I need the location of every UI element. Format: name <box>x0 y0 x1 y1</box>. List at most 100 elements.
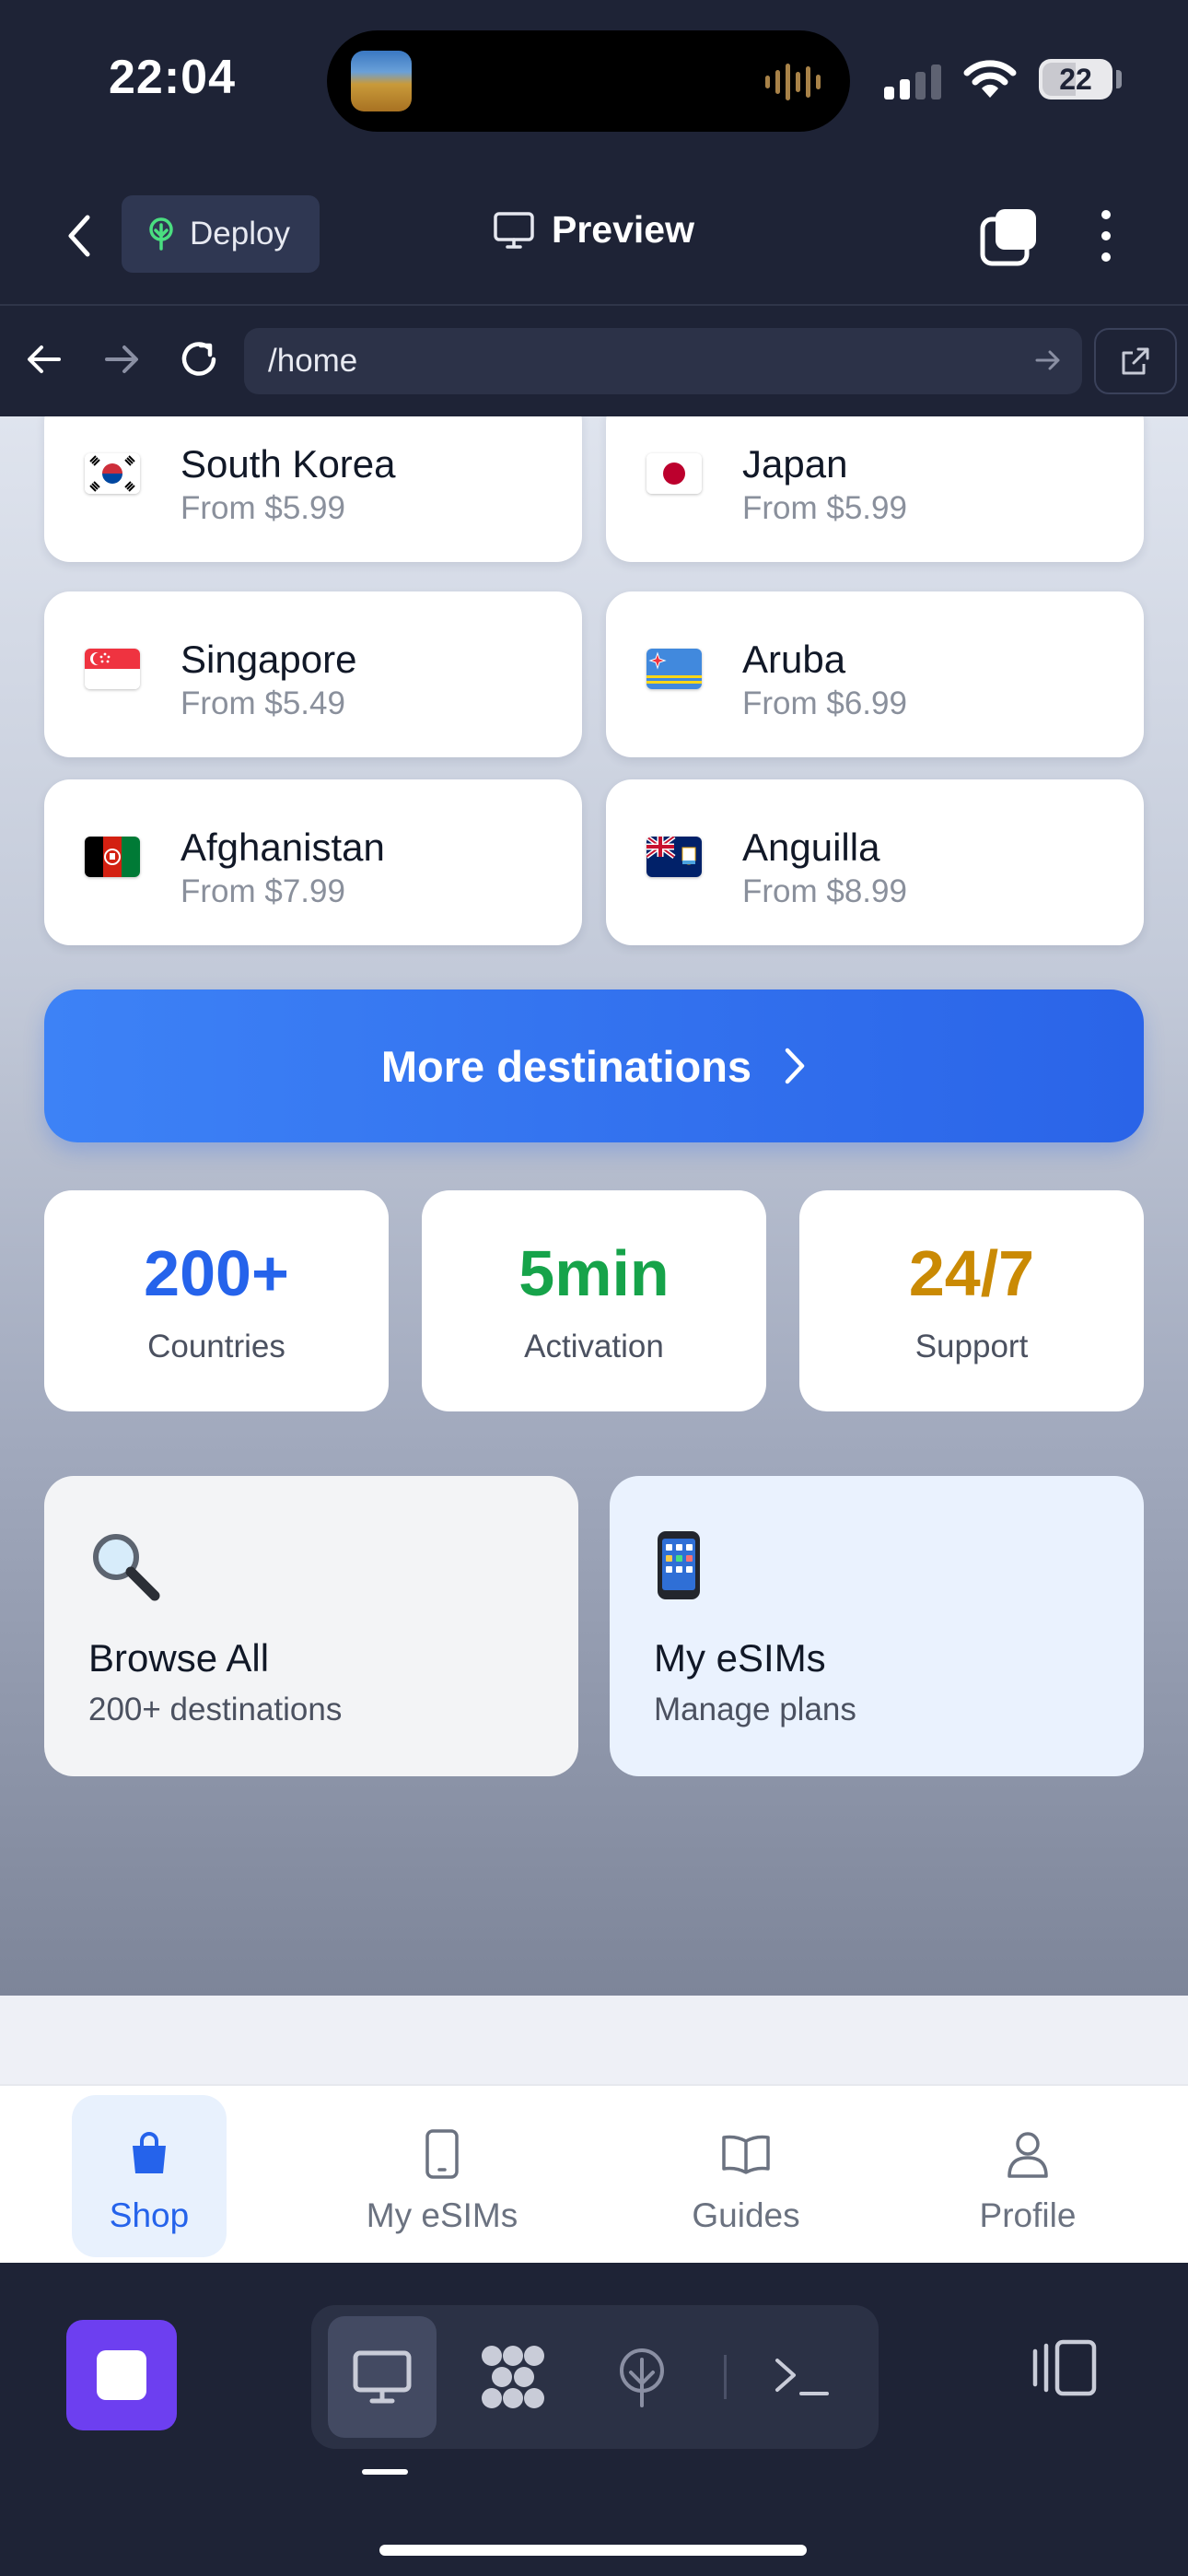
terminal-icon <box>775 2359 829 2395</box>
singapore-flag-icon <box>85 649 140 689</box>
desktop-view-button[interactable] <box>328 2316 437 2438</box>
destination-name: Afghanistan <box>181 825 385 869</box>
home-indicator <box>379 2545 807 2556</box>
anguilla-flag-icon <box>646 837 702 877</box>
url-text: /home <box>268 343 358 379</box>
destination-card[interactable]: Afghanistan From $7.99 <box>44 779 582 945</box>
book-icon <box>722 2135 770 2174</box>
active-view-indicator <box>362 2469 408 2475</box>
status-bar: 22:04 22 <box>0 0 1188 166</box>
destination-price: From $8.99 <box>742 873 907 909</box>
terminal-button[interactable] <box>748 2316 856 2438</box>
app-header: Deploy Preview <box>0 166 1188 306</box>
split-view-icon[interactable] <box>1030 2338 1098 2397</box>
bottom-toolbar <box>0 2263 1188 2576</box>
destination-price: From $7.99 <box>181 873 345 909</box>
segment-divider <box>724 2355 727 2399</box>
stat-value: 24/7 <box>908 1237 1035 1309</box>
deploy-view-button[interactable] <box>588 2316 696 2438</box>
shopping-bag-icon <box>133 2132 166 2173</box>
phone-icon <box>425 2129 459 2179</box>
stat-label: Countries <box>147 1329 285 1364</box>
afghanistan-flag-icon <box>85 837 140 877</box>
components-button[interactable] <box>459 2316 567 2438</box>
stop-icon <box>97 2350 146 2400</box>
more-destinations-label: More destinations <box>380 1041 752 1091</box>
magnifier-icon <box>93 1534 160 1601</box>
destination-price: From $5.49 <box>181 685 345 721</box>
network-tree-icon <box>620 2348 664 2407</box>
external-link-icon <box>1122 347 1149 375</box>
content-footer-strip <box>0 1996 1188 2084</box>
web-content: South Korea From $5.99 Japan From $5.99 … <box>0 416 1188 1996</box>
arrow-left-icon <box>28 345 61 373</box>
tab-profile[interactable]: Profile <box>954 2095 1101 2257</box>
battery-indicator: 22 <box>1039 59 1112 100</box>
dynamic-island[interactable] <box>327 30 850 132</box>
browse-all-title: Browse All <box>88 1636 270 1680</box>
destination-name: Japan <box>742 442 848 486</box>
destination-name: Aruba <box>742 638 846 681</box>
my-esims-title: My eSIMs <box>654 1636 826 1680</box>
aruba-flag-icon <box>646 649 702 689</box>
stat-card-support: 24/7 Support <box>799 1190 1144 1411</box>
tab-label: Shop <box>109 2196 190 2234</box>
cellular-signal-icon <box>884 61 941 100</box>
my-esims-card[interactable]: My eSIMs Manage plans <box>610 1476 1144 1776</box>
tabs-switcher-icon[interactable] <box>979 206 1040 267</box>
monitor-icon <box>494 211 534 249</box>
browse-all-card[interactable]: Browse All 200+ destinations <box>44 1476 578 1776</box>
stat-card-activation: 5min Activation <box>422 1190 766 1411</box>
go-arrow-icon[interactable] <box>1034 346 1062 374</box>
destination-name: Singapore <box>181 638 357 681</box>
destination-price: From $5.99 <box>181 490 345 526</box>
back-button[interactable] <box>52 208 107 263</box>
deploy-label: Deploy <box>190 216 290 252</box>
destination-price: From $5.99 <box>742 490 907 526</box>
stat-value: 5min <box>518 1237 670 1309</box>
wifi-icon <box>963 60 1017 98</box>
audio-waveform-icon <box>765 62 821 102</box>
battery-cap <box>1116 70 1122 88</box>
tab-guides[interactable]: Guides <box>672 2095 820 2257</box>
battery-level: 22 <box>1059 63 1092 96</box>
japan-flag-icon <box>646 453 702 494</box>
destination-card[interactable]: Aruba From $6.99 <box>606 591 1144 757</box>
open-external-button[interactable] <box>1094 328 1177 394</box>
more-options-icon[interactable] <box>1083 206 1129 265</box>
now-playing-artwork <box>351 51 412 111</box>
monitor-icon <box>353 2350 412 2404</box>
tab-shop[interactable]: Shop <box>72 2095 227 2257</box>
destination-card[interactable]: Japan From $5.99 <box>606 416 1144 562</box>
destination-card[interactable]: Anguilla From $8.99 <box>606 779 1144 945</box>
preview-toggle[interactable]: Preview <box>493 208 694 252</box>
status-time: 22:04 <box>109 51 236 104</box>
preview-label: Preview <box>552 208 694 251</box>
arrow-right-icon <box>105 345 138 373</box>
reload-button[interactable] <box>171 332 227 387</box>
tab-my-esims[interactable]: My eSIMs <box>352 2095 532 2257</box>
user-icon <box>1007 2132 1048 2178</box>
tab-label: Guides <box>692 2196 800 2234</box>
stat-label: Support <box>914 1329 1029 1364</box>
stop-button[interactable] <box>66 2320 177 2430</box>
more-destinations-button[interactable]: More destinations <box>44 989 1144 1142</box>
browser-back-button[interactable] <box>17 332 72 387</box>
chevron-left-icon <box>68 215 90 257</box>
tab-label: Profile <box>979 2196 1077 2234</box>
url-input[interactable]: /home <box>244 328 1082 394</box>
destination-card[interactable]: South Korea From $5.99 <box>44 416 582 562</box>
destination-name: South Korea <box>181 442 396 486</box>
mobile-phone-icon <box>658 1531 700 1599</box>
deploy-button[interactable]: Deploy <box>122 195 320 273</box>
destination-name: Anguilla <box>742 825 880 869</box>
browser-forward-button[interactable] <box>94 332 149 387</box>
reload-icon <box>181 342 216 376</box>
destination-price: From $6.99 <box>742 685 907 721</box>
deploy-tree-icon <box>149 217 173 251</box>
bottom-tab-bar: Shop My eSIMs Guides Profile <box>0 2084 1188 2263</box>
browse-all-subtitle: 200+ destinations <box>88 1692 343 1727</box>
destination-card[interactable]: Singapore From $5.49 <box>44 591 582 757</box>
my-esims-subtitle: Manage plans <box>654 1692 856 1727</box>
browser-url-bar: /home <box>0 306 1188 416</box>
